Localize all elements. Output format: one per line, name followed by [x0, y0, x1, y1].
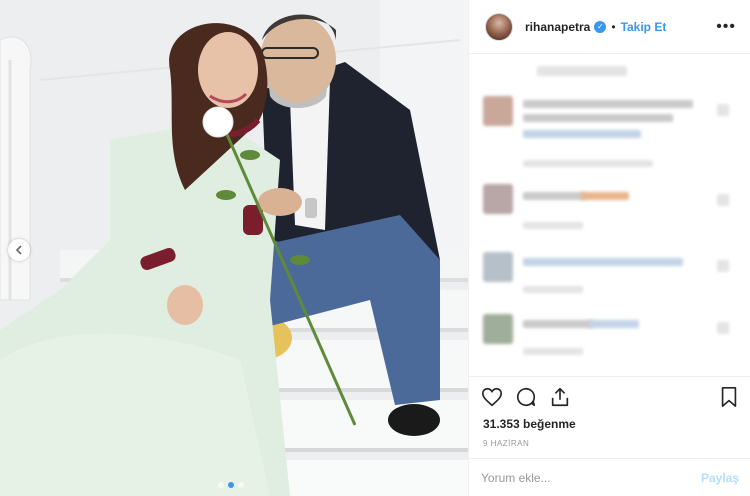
blurred-like [717, 104, 729, 116]
carousel-indicator [218, 482, 244, 488]
username-link[interactable]: rihanapetra [525, 20, 590, 34]
photo-image [0, 0, 468, 496]
follow-button[interactable]: Takip Et [621, 20, 667, 34]
blurred-meta [523, 160, 653, 167]
post-comment-button[interactable]: Paylaş [701, 471, 739, 485]
blurred-comment [523, 320, 593, 328]
post-header: rihanapetra ✓ • Takip Et ••• [469, 0, 750, 54]
post-actions: 31.353 beğenme 9 HAZİRAN [469, 376, 750, 448]
blurred-like [717, 260, 729, 272]
blurred-comment [523, 130, 641, 138]
verified-badge-icon: ✓ [594, 20, 607, 33]
blurred-avatar [483, 252, 513, 282]
comment-icon[interactable] [515, 386, 537, 408]
post-photo[interactable] [0, 0, 468, 496]
bookmark-icon[interactable] [719, 386, 739, 408]
share-icon[interactable] [549, 386, 571, 408]
post-side-panel: rihanapetra ✓ • Takip Et ••• 31.353 beğe… [468, 0, 750, 496]
action-icons [469, 377, 750, 417]
blurred-caption [537, 66, 627, 76]
blurred-avatar [483, 184, 513, 214]
likes-count[interactable]: 31.353 beğenme [469, 417, 750, 431]
blurred-meta [523, 286, 583, 293]
blurred-emoji [581, 192, 629, 200]
blurred-meta [523, 222, 583, 229]
comment-input[interactable] [481, 470, 701, 485]
blurred-comment [523, 114, 673, 122]
carousel-dot [218, 482, 224, 488]
blurred-comment [523, 100, 693, 108]
avatar[interactable] [485, 12, 513, 41]
carousel-dot-active [228, 482, 234, 488]
blurred-like [717, 322, 729, 334]
blurred-comment [589, 320, 639, 328]
blurred-meta [523, 348, 583, 355]
post-date[interactable]: 9 HAZİRAN [469, 439, 750, 448]
more-horizontal-icon[interactable]: ••• [716, 18, 736, 36]
add-comment-bar: Paylaş [469, 458, 750, 496]
blurred-avatar [483, 314, 513, 344]
separator: • [611, 19, 616, 34]
blurred-avatar [483, 96, 513, 126]
chevron-left-icon[interactable] [8, 239, 30, 261]
carousel-dot [238, 482, 244, 488]
blurred-like [717, 194, 729, 206]
blurred-comment [523, 192, 585, 200]
heart-icon[interactable] [481, 386, 503, 408]
comments-list[interactable] [469, 54, 750, 376]
blurred-comment [523, 258, 683, 266]
